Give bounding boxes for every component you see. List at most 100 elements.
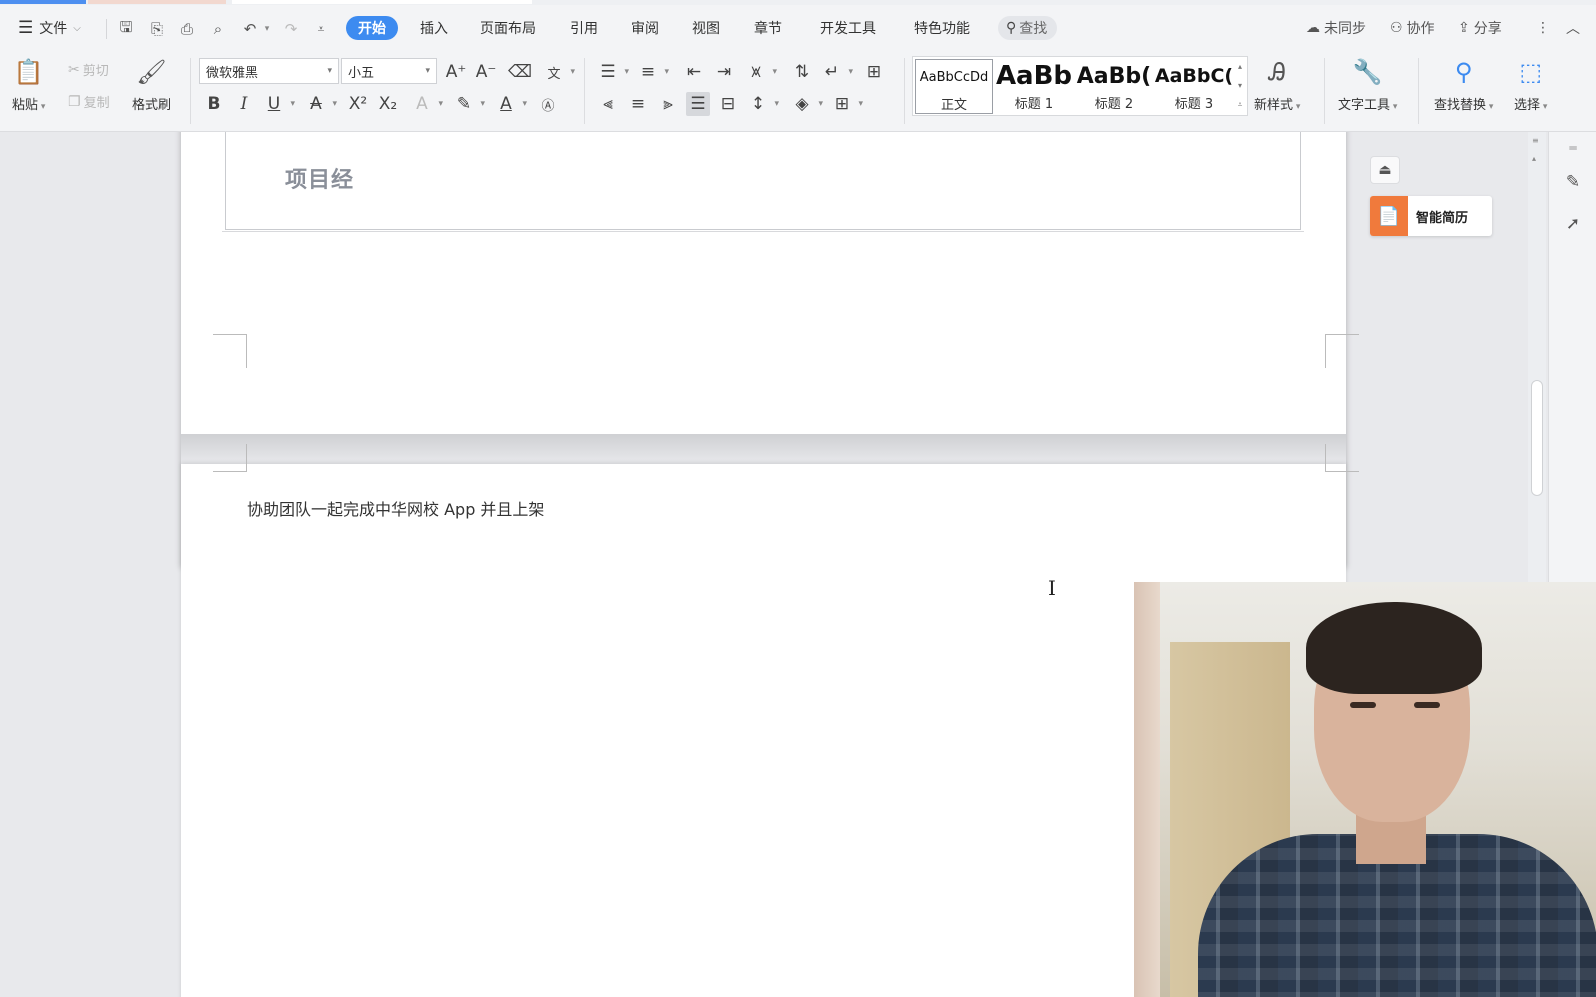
body-paragraph[interactable]: 协助团队一起完成中华网校 App 并且上架	[247, 496, 544, 520]
shading-icon[interactable]: ◈	[790, 92, 823, 116]
file-menu-label: 文件	[39, 21, 68, 37]
divider	[1324, 58, 1325, 124]
align-center-icon[interactable]: ≡	[626, 92, 650, 116]
tab-references[interactable]: 引用	[566, 16, 602, 40]
expand-gallery-icon[interactable]: ⩡	[1238, 100, 1243, 110]
text-effect-icon[interactable]: A	[410, 92, 443, 116]
align-right-icon[interactable]: ⫸	[656, 92, 680, 116]
print-icon[interactable]: ⎙	[177, 20, 197, 38]
paste-button[interactable]: 📋 粘贴 ▾	[12, 56, 45, 113]
bold-icon[interactable]: B	[202, 92, 226, 116]
highlight-icon[interactable]: ✎	[452, 92, 485, 116]
borders-icon[interactable]: ⊞	[830, 92, 863, 116]
export-pdf-icon[interactable]: ⎘	[147, 20, 167, 38]
tab-chapter[interactable]: 章节	[750, 16, 786, 40]
style-preview: AaBbCcDd	[919, 69, 989, 85]
style-heading-2[interactable]: AaBb( 标题 2	[1075, 59, 1153, 114]
font-name-select[interactable]: 微软雅黑 ▾	[199, 58, 339, 84]
decrease-indent-icon[interactable]: ⇤	[682, 60, 706, 84]
find-replace-button[interactable]: ⚲ 查找替换 ▾	[1434, 56, 1493, 113]
cut-button[interactable]: ✂ 剪切	[68, 60, 109, 80]
chinese-layout-icon[interactable]: ⩙	[744, 60, 777, 84]
tab-page-layout[interactable]: 页面布局	[476, 16, 540, 40]
webcam-video-overlay	[1134, 582, 1596, 997]
justify-icon[interactable]: ☰	[686, 92, 710, 116]
tab-home[interactable]: 开始	[346, 16, 398, 40]
style-normal[interactable]: AaBbCcDd 正文	[915, 59, 993, 114]
superscript-icon[interactable]: X²	[346, 92, 370, 116]
collapse-ribbon-icon[interactable]: ︿	[1566, 16, 1580, 40]
quick-access-more-icon[interactable]: ⩡	[311, 20, 331, 38]
chevron-up-icon[interactable]: ▴	[1238, 62, 1242, 71]
undo-dropdown-icon[interactable]: ▾	[257, 20, 277, 38]
section-heading[interactable]: 项目经	[285, 162, 354, 194]
tab-review[interactable]: 审阅	[627, 16, 663, 40]
save-icon[interactable]: 🖫	[116, 18, 136, 38]
sort-icon[interactable]: ⇅	[790, 60, 814, 84]
file-menu[interactable]: ☰ 文件 ⌵	[18, 16, 81, 40]
wrench-icon: 🔧	[1352, 58, 1383, 86]
new-style-button[interactable]: Ꭿ 新样式 ▾	[1254, 56, 1300, 113]
more-options-icon[interactable]: ⋮	[1536, 16, 1550, 40]
line-spacing-icon[interactable]: ↕	[746, 92, 779, 116]
scroll-up-icon[interactable]: ≡	[1532, 136, 1539, 145]
redo-icon[interactable]: ↷	[281, 20, 301, 38]
show-marks-icon[interactable]: ↵	[820, 60, 853, 84]
panel-collapse-button[interactable]: ⏏	[1370, 156, 1400, 184]
distributed-icon[interactable]: ⊟	[716, 92, 740, 116]
chevron-up-icon[interactable]: ▴	[1532, 154, 1536, 163]
font-size-select[interactable]: 小五 ▾	[341, 58, 437, 84]
pointer-icon[interactable]: ➚	[1561, 212, 1585, 236]
smart-resume-label: 智能简历	[1416, 210, 1469, 226]
print-preview-icon[interactable]: ⌕	[208, 20, 228, 38]
phonetic-guide-icon[interactable]: 文	[542, 60, 575, 84]
text-tools-button[interactable]: 🔧 文字工具 ▾	[1338, 56, 1397, 113]
clear-format-icon[interactable]: ⌫	[508, 60, 532, 84]
copy-button[interactable]: ❐ 复制	[68, 92, 110, 112]
scroll-thumb[interactable]	[1531, 380, 1543, 496]
find-replace-label: 查找替换	[1434, 98, 1487, 113]
share-button[interactable]: ⇪ 分享	[1458, 16, 1502, 40]
style-heading-3[interactable]: AaBbC( 标题 3	[1155, 59, 1233, 114]
divider	[106, 19, 107, 39]
sync-status[interactable]: ☁ 未同步	[1306, 16, 1366, 40]
character-border-icon[interactable]: Ⓐ	[536, 92, 560, 116]
numbered-list-icon[interactable]: ≡	[636, 60, 669, 84]
select-button[interactable]: ⬚ 选择 ▾	[1514, 56, 1547, 113]
eject-icon: ⏏	[1378, 162, 1392, 178]
search-box[interactable]: ⚲ 查找	[998, 16, 1058, 40]
select-label: 选择	[1514, 98, 1541, 113]
text-frame[interactable]	[222, 132, 1304, 232]
strikethrough-icon[interactable]: A	[304, 92, 337, 116]
style-heading-1[interactable]: AaBb 标题 1	[995, 59, 1073, 114]
tab-developer[interactable]: 开发工具	[816, 16, 880, 40]
tab-indicator-home[interactable]	[0, 0, 86, 4]
styles-scroll[interactable]: ▴ ▾ ⩡	[1233, 57, 1247, 115]
tab-indicator-doc[interactable]	[88, 0, 226, 4]
collaborate-button[interactable]: ⚇ 协作	[1390, 16, 1435, 40]
grow-font-icon[interactable]: A⁺	[444, 60, 468, 84]
shrink-font-icon[interactable]: A⁻	[474, 60, 498, 84]
increase-indent-icon[interactable]: ⇥	[712, 60, 736, 84]
menu-lines-icon[interactable]: ═	[1561, 136, 1585, 160]
underline-icon[interactable]: U	[262, 92, 295, 116]
format-painter-button[interactable]: 🖌 格式刷	[132, 56, 171, 113]
ruler-icon[interactable]: ⊞	[862, 60, 886, 84]
subscript-icon[interactable]: X₂	[376, 92, 400, 116]
smart-resume-button[interactable]: 📄 智能简历	[1370, 196, 1492, 236]
tab-indicator-current[interactable]	[232, 0, 532, 4]
divider	[584, 58, 585, 124]
font-color-icon[interactable]: A	[494, 92, 527, 116]
hamburger-icon: ☰	[18, 18, 34, 38]
menu-bar: ☰ 文件 ⌵ 🖫 ⎘ ⎙ ⌕ ↶ ▾ ↷ ⩡ 开始 插入 页面布局 引用 审阅 …	[0, 5, 1596, 52]
bullet-list-icon[interactable]: ☰	[596, 60, 629, 84]
tab-insert[interactable]: 插入	[416, 16, 452, 40]
page-corner-mark	[213, 444, 247, 472]
tab-special-features[interactable]: 特色功能	[910, 16, 974, 40]
align-left-icon[interactable]: ⫷	[596, 92, 620, 116]
italic-icon[interactable]: I	[232, 92, 256, 116]
pen-icon[interactable]: ✎	[1561, 170, 1585, 194]
tab-view[interactable]: 视图	[688, 16, 724, 40]
chevron-down-icon[interactable]: ▾	[1238, 81, 1242, 90]
new-style-label: 新样式	[1254, 98, 1294, 113]
